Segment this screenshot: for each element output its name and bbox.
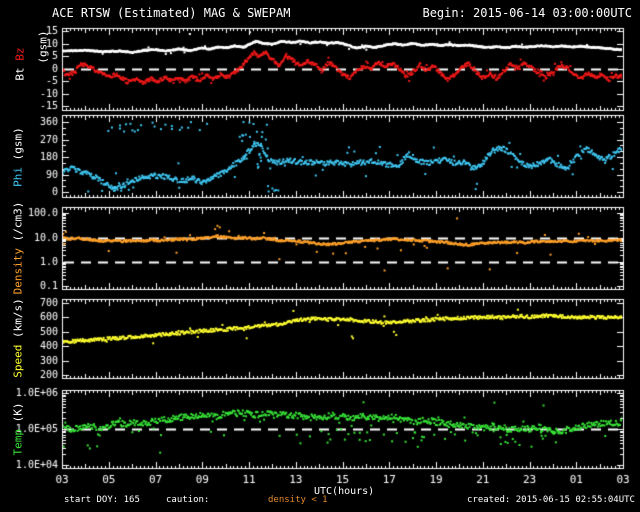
yaxis-label-speed: Speed (km/s)	[12, 298, 25, 377]
yaxis-label-bt-bz: Bt Bz	[14, 47, 27, 80]
yaxis-unit-mag: (gsm)	[36, 30, 50, 64]
bz-label: Bz	[13, 47, 27, 61]
speed-unit-label: (km/s)	[11, 298, 25, 345]
temp-unit-label: (K)	[11, 402, 25, 429]
density-unit-label: (/cm3)	[11, 201, 25, 248]
caution-label: caution:	[166, 495, 210, 505]
plot-title: ACE RTSW (Estimated) MAG & SWEPAM	[52, 6, 291, 20]
plot-canvas	[0, 0, 640, 512]
created-timestamp: created: 2015-06-15 02:55:04UTC	[467, 495, 635, 505]
yaxis-label-phi: Phi (gsm)	[12, 127, 25, 187]
yaxis-label-density: Density (/cm3)	[12, 202, 25, 295]
phi-label: Phi	[11, 166, 25, 187]
phi-unit-label: (gsm)	[11, 127, 25, 167]
ace-rtsw-plot: ACE RTSW (Estimated) MAG & SWEPAM Begin:…	[0, 0, 640, 512]
begin-timestamp: Begin: 2015-06-14 03:00:00UTC	[422, 6, 632, 20]
speed-label: Speed	[11, 344, 25, 378]
yaxis-label-temp: Temp (K)	[12, 403, 25, 456]
start-doy-label: start DOY: 165	[64, 495, 140, 505]
caution-density-value: density < 1	[268, 495, 328, 505]
bt-label: Bt	[13, 60, 27, 81]
temp-label: Temp	[11, 429, 25, 456]
density-label: Density	[11, 248, 25, 295]
